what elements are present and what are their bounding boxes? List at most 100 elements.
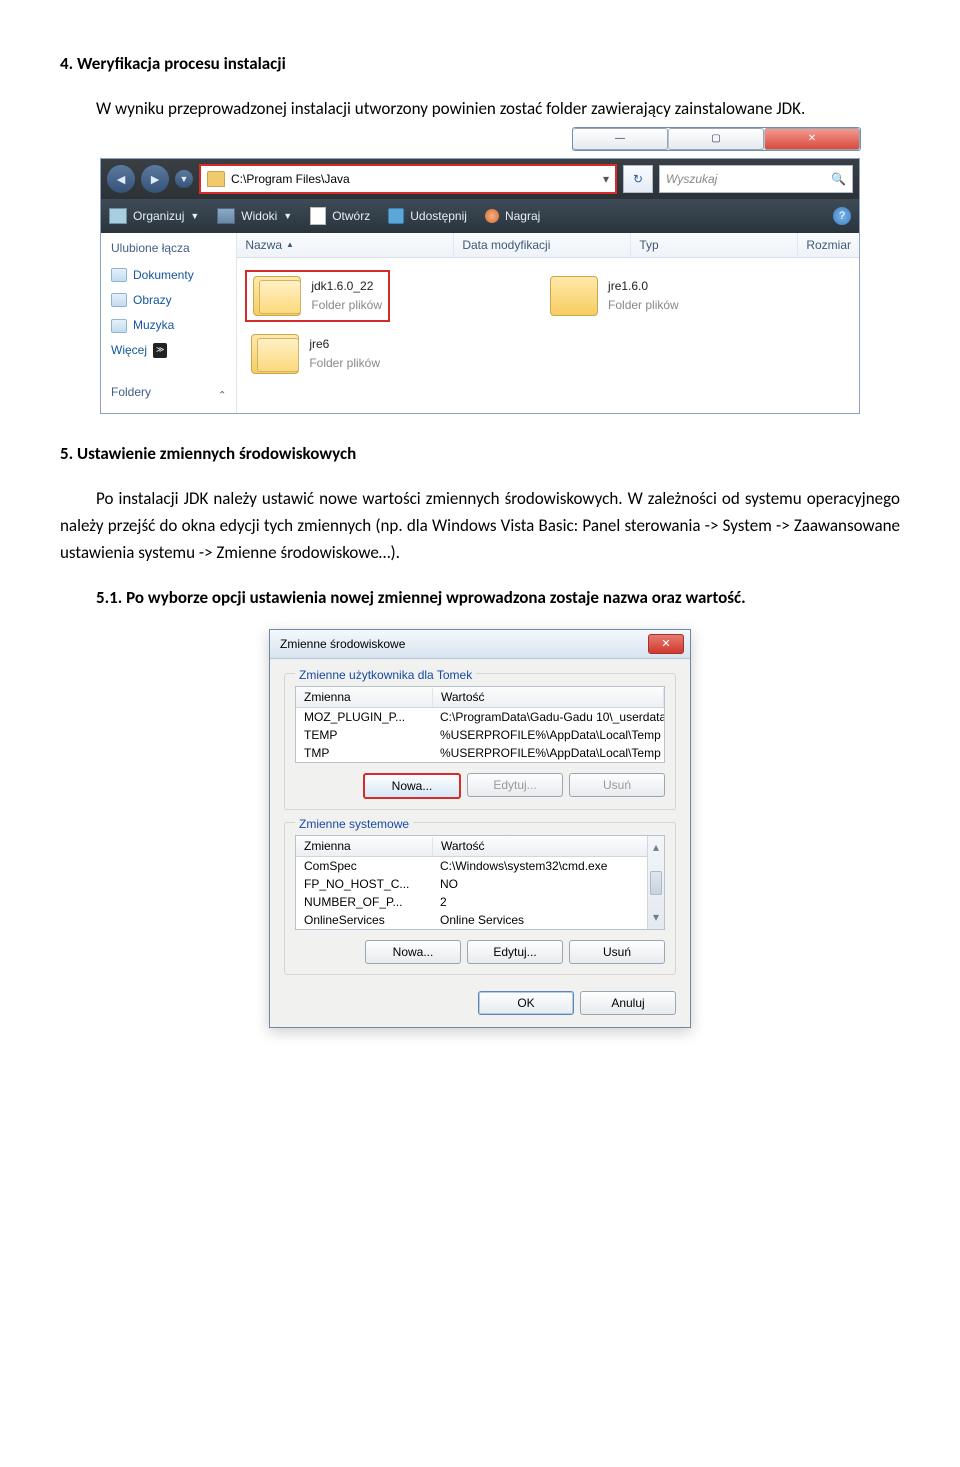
table-row[interactable]: OnlineServicesOnline Services xyxy=(296,911,664,929)
sidebar-link-music[interactable]: Muzyka xyxy=(111,313,226,338)
cancel-button[interactable]: Anuluj xyxy=(580,991,676,1015)
section5-heading: 5. Ustawienie zmiennych środowiskowych xyxy=(60,440,900,467)
sort-indicator-icon: ▲ xyxy=(286,239,294,252)
new-button[interactable]: Nowa... xyxy=(365,940,461,964)
address-text: C:\Program Files\Java xyxy=(231,170,350,189)
maximize-button[interactable]: ▢ xyxy=(668,128,764,150)
folder-label: jdk1.6.0_22 Folder plików xyxy=(311,277,382,315)
user-vars-table: Zmienna Wartość MOZ_PLUGIN_P...C:\Progra… xyxy=(295,686,665,763)
section4-heading: 4. Weryfikacja procesu instalacji xyxy=(60,50,900,77)
dialog-body: Zmienne użytkownika dla Tomek Zmienna Wa… xyxy=(270,659,690,1027)
table-row[interactable]: MOZ_PLUGIN_P...C:\ProgramData\Gadu-Gadu … xyxy=(296,708,664,726)
table-row[interactable]: ComSpecC:\Windows\system32\cmd.exe xyxy=(296,857,664,875)
burn-button[interactable]: Nagraj xyxy=(485,207,540,226)
minimize-button[interactable]: — xyxy=(573,128,668,150)
search-icon: 🔍 xyxy=(831,170,846,189)
sidebar-link-documents[interactable]: Dokumenty xyxy=(111,263,226,288)
sidebar-link-more[interactable]: Więcej ≫ xyxy=(111,338,226,363)
table-row[interactable]: FP_NO_HOST_C...NO xyxy=(296,875,664,893)
scroll-down-icon[interactable]: ▾ xyxy=(653,908,659,927)
pictures-icon xyxy=(111,293,127,307)
address-bar[interactable]: C:\Program Files\Java ▾ xyxy=(199,164,617,194)
section5-1-heading: 5.1. Po wyborze opcji ustawienia nowej z… xyxy=(60,584,900,611)
help-button[interactable]: ? xyxy=(833,207,851,225)
column-date[interactable]: Data modyfikacji xyxy=(454,233,631,257)
dialog-titlebar: Zmienne środowiskowe ✕ xyxy=(270,630,690,659)
section4-paragraph: W wyniku przeprowadzonej instalacji utwo… xyxy=(60,95,900,122)
column-name[interactable]: Nazwa▲ xyxy=(237,233,454,257)
folder-label: jre6 Folder plików xyxy=(309,335,380,373)
edit-button[interactable]: Edytuj... xyxy=(467,773,563,797)
share-button[interactable]: Udostępnij xyxy=(388,207,467,226)
open-button[interactable]: Otwórz xyxy=(310,207,370,226)
table-header: Zmienna Wartość xyxy=(296,687,664,708)
organize-button[interactable]: Organizuj▼ xyxy=(109,207,199,226)
history-dropdown[interactable]: ▼ xyxy=(175,170,193,188)
refresh-button[interactable]: ↻ xyxy=(623,165,653,193)
scrollbar[interactable]: ▴ ▾ xyxy=(647,836,664,929)
explorer-nav: ◄ ► ▼ C:\Program Files\Java ▾ ↻ Wyszukaj… xyxy=(101,159,859,199)
scroll-up-icon[interactable]: ▴ xyxy=(653,838,659,857)
chevron-right-icon: ≫ xyxy=(153,343,167,358)
col-variable[interactable]: Zmienna xyxy=(296,837,433,856)
explorer-body: Ulubione łącza Dokumenty Obrazy Muzyka W… xyxy=(101,233,859,412)
open-icon xyxy=(310,207,326,225)
scroll-thumb[interactable] xyxy=(650,871,662,895)
highlighted-folders: jdk1.6.0_22 Folder plików xyxy=(245,270,390,322)
user-button-row: Nowa... Edytuj... Usuń xyxy=(295,773,665,799)
folder-label: jre1.6.0 Folder plików xyxy=(608,277,679,315)
system-button-row: Nowa... Edytuj... Usuń xyxy=(295,940,665,964)
close-button[interactable]: ✕ xyxy=(764,128,860,150)
folder-icon xyxy=(207,171,225,187)
table-row[interactable]: NUMBER_OF_P...2 xyxy=(296,893,664,911)
ok-button[interactable]: OK xyxy=(478,991,574,1015)
folder-jre[interactable]: jre1.6.0 Folder plików xyxy=(550,270,679,322)
views-button[interactable]: Widoki▼ xyxy=(217,207,292,226)
explorer-screenshot: — ▢ ✕ ◄ ► ▼ C:\Program Files\Java ▾ ↻ Wy… xyxy=(100,158,860,413)
sidebar-folders-toggle[interactable]: Foldery⌄ xyxy=(111,383,226,402)
folder-jre6[interactable]: jre6 Folder plików xyxy=(251,334,380,374)
column-size[interactable]: Rozmiar xyxy=(798,233,859,257)
share-icon xyxy=(388,208,404,224)
col-variable[interactable]: Zmienna xyxy=(296,688,433,707)
explorer-toolbar: Organizuj▼ Widoki▼ Otwórz Udostępnij Nag… xyxy=(101,199,859,233)
column-headers: Nazwa▲ Data modyfikacji Typ Rozmiar xyxy=(237,233,859,258)
new-button[interactable]: Nowa... xyxy=(363,773,461,799)
system-vars-table: Zmienna Wartość ComSpecC:\Windows\system… xyxy=(295,835,665,930)
folder-icon xyxy=(251,334,299,374)
column-type[interactable]: Typ xyxy=(631,233,798,257)
organize-icon xyxy=(109,208,127,224)
group-user-vars: Zmienne użytkownika dla Tomek Zmienna Wa… xyxy=(284,673,676,810)
col-value[interactable]: Wartość xyxy=(433,837,664,856)
group-system-caption: Zmienne systemowe xyxy=(295,815,413,834)
group-user-caption: Zmienne użytkownika dla Tomek xyxy=(295,666,476,685)
edit-button[interactable]: Edytuj... xyxy=(467,940,563,964)
chevron-up-icon: ⌄ xyxy=(218,385,226,401)
sidebar-link-pictures[interactable]: Obrazy xyxy=(111,288,226,313)
forward-button[interactable]: ► xyxy=(141,165,169,193)
music-icon xyxy=(111,319,127,333)
explorer-sidebar: Ulubione łącza Dokumenty Obrazy Muzyka W… xyxy=(101,233,237,412)
back-button[interactable]: ◄ xyxy=(107,165,135,193)
folder-icon xyxy=(253,276,301,316)
sidebar-title: Ulubione łącza xyxy=(111,239,226,258)
delete-button[interactable]: Usuń xyxy=(569,940,665,964)
section5-paragraph: Po instalacji JDK należy ustawić nowe wa… xyxy=(60,485,900,567)
col-value[interactable]: Wartość xyxy=(433,688,664,707)
folders-area-2: jre6 Folder plików xyxy=(237,334,859,386)
search-input[interactable]: Wyszukaj 🔍 xyxy=(659,165,853,193)
search-placeholder: Wyszukaj xyxy=(666,170,717,189)
delete-button[interactable]: Usuń xyxy=(569,773,665,797)
address-dropdown-icon[interactable]: ▾ xyxy=(603,170,609,189)
documents-icon xyxy=(111,268,127,282)
table-row[interactable]: TMP%USERPROFILE%\AppData\Local\Temp xyxy=(296,744,664,762)
dialog-close-button[interactable]: ✕ xyxy=(648,634,684,654)
dialog-title-text: Zmienne środowiskowe xyxy=(280,635,405,654)
window-controls: — ▢ ✕ xyxy=(572,127,861,151)
dialog-footer: OK Anuluj xyxy=(284,987,676,1015)
folder-jdk[interactable]: jdk1.6.0_22 Folder plików xyxy=(253,276,382,316)
envvars-dialog: Zmienne środowiskowe ✕ Zmienne użytkowni… xyxy=(269,629,691,1028)
table-row[interactable]: TEMP%USERPROFILE%\AppData\Local\Temp xyxy=(296,726,664,744)
folders-area: jdk1.6.0_22 Folder plików jre1.6.0 Folde… xyxy=(237,258,859,334)
burn-icon xyxy=(485,209,499,223)
